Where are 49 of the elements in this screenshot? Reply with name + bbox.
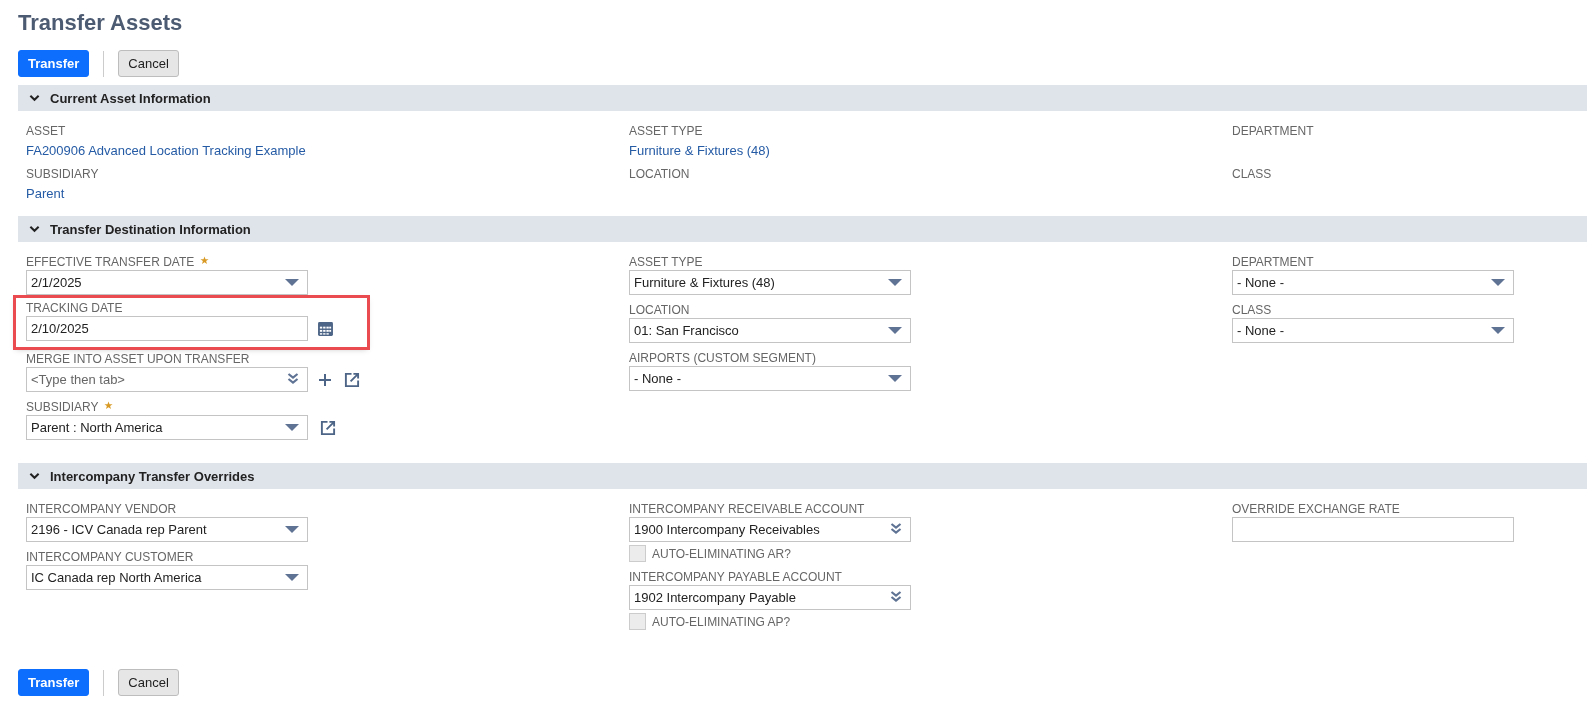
section-title: Transfer Destination Information	[50, 221, 251, 237]
page-title: Transfer Assets	[18, 9, 184, 37]
field-label: TRACKING DATE	[26, 300, 123, 316]
dropdown-field[interactable]: <Type then tab>	[26, 367, 308, 392]
field-label: INTERCOMPANY CUSTOMER	[26, 549, 194, 565]
dropdown-field[interactable]: 2/1/2025	[26, 270, 308, 295]
field-label: CLASS	[1232, 302, 1272, 318]
field-label: INTERCOMPANY PAYABLE ACCOUNT	[629, 569, 842, 585]
dropdown-field[interactable]: 1902 Intercompany Payable	[629, 585, 911, 610]
field-value-link[interactable]: FA200906 Advanced Location Tracking Example	[26, 143, 629, 158]
cancel-button[interactable]: Cancel	[118, 50, 179, 77]
section-header[interactable]: Transfer Destination Information	[18, 216, 1587, 242]
checkbox-label: AUTO-ELIMINATING AP?	[652, 614, 791, 629]
dropdown-field[interactable]: - None -	[629, 366, 911, 391]
field-label: ASSET TYPE	[629, 124, 704, 139]
field-label: AIRPORTS (CUSTOM SEGMENT)	[629, 350, 816, 366]
dropdown-field[interactable]: 2196 - ICV Canada rep Parent	[26, 517, 308, 542]
dropdown-field[interactable]: IC Canada rep North America	[26, 565, 308, 590]
field-label: MERGE INTO ASSET UPON TRANSFER	[26, 351, 250, 367]
dropdown-field[interactable]: Furniture & Fixtures (48)	[629, 270, 911, 295]
cancel-button[interactable]: Cancel	[118, 669, 179, 696]
field-label: INTERCOMPANY RECEIVABLE ACCOUNT	[629, 501, 865, 517]
field-label: DEPARTMENT	[1232, 254, 1314, 270]
field-label: SUBSIDIARY	[26, 167, 100, 182]
date-field[interactable]: 2/10/2025	[26, 316, 308, 341]
dropdown-field[interactable]: 01: San Francisco	[629, 318, 911, 343]
checkbox-label: AUTO-ELIMINATING AR?	[652, 546, 791, 561]
section-title: Current Asset Information	[50, 90, 211, 106]
field-label: ASSET	[26, 124, 67, 139]
transfer-button[interactable]: Transfer	[18, 669, 90, 696]
field-label: SUBSIDIARY	[26, 399, 99, 415]
field-label: CLASS	[1232, 167, 1273, 182]
section-title: Intercompany Transfer Overrides	[50, 468, 255, 484]
section-header[interactable]: Intercompany Transfer Overrides	[18, 463, 1587, 489]
field-label: OVERRIDE EXCHANGE RATE	[1232, 501, 1400, 517]
section-header[interactable]: Current Asset Information	[18, 85, 1587, 111]
field-value-link[interactable]: Furniture & Fixtures (48)	[629, 143, 1232, 158]
dropdown-field[interactable]: 1900 Intercompany Receivables	[629, 517, 911, 542]
field-label: ASSET TYPE	[629, 254, 703, 270]
dropdown-field[interactable]: - None -	[1232, 270, 1514, 295]
field-label: LOCATION	[629, 302, 690, 318]
field-label: INTERCOMPANY VENDOR	[26, 501, 177, 517]
field-label: EFFECTIVE TRANSFER DATE	[26, 254, 195, 270]
field-value-link[interactable]: Parent	[26, 186, 629, 201]
transfer-button[interactable]: Transfer	[18, 50, 90, 77]
field-label: DEPARTMENT	[1232, 124, 1315, 139]
field-label: LOCATION	[629, 167, 691, 182]
dropdown-field[interactable]: - None -	[1232, 318, 1514, 343]
dropdown-field[interactable]: Parent : North America	[26, 415, 308, 440]
